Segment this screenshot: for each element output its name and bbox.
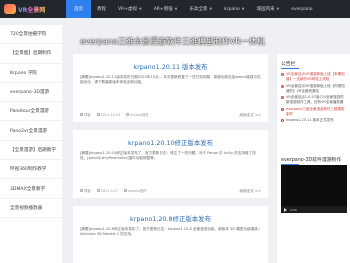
post-title-link[interactable]: krpano1.20.11 版本发布 <box>73 54 268 71</box>
sidebar-item-720[interactable]: 720全景拍摄学院 <box>0 25 62 45</box>
news-item[interactable]: krpano1.20.11 版本正式发布 <box>281 118 347 123</box>
tag-icon <box>124 189 128 192</box>
post-card: krpano1.20.10修正版本发布 [摘要]krpano1.20.10修正版… <box>73 130 268 198</box>
sidebar-item-krpano[interactable]: Krpano 学院 <box>0 64 62 83</box>
news-item[interactable]: VR全景站点1.0.57版720全景漫游的新漫游制作工具，还有VR全景播放器 <box>281 95 347 105</box>
post-card: krpano1.20.11 版本发布 [摘要]krpano1.20.11版本发布… <box>73 54 268 122</box>
post-meta-item: krpano插件 <box>126 112 149 117</box>
bullet-icon <box>281 107 284 111</box>
post-title-link[interactable]: krpano1.20.10修正版本发布 <box>73 130 268 147</box>
clock-icon <box>96 189 100 192</box>
sidebar-item-360[interactable]: 环视360制作教学 <box>0 160 62 180</box>
bullet-icon <box>281 73 284 76</box>
sidebar-item-tour-teaching[interactable]: 【全景漫游】后期教学 <box>0 141 62 161</box>
nav-item-ar[interactable]: AR+增强 ▼ <box>148 0 184 18</box>
news-item[interactable]: everpano三维全景漫游软件三维模型制作 <box>281 107 347 117</box>
sidebar: 720全景拍摄学院 【全景图】后期制作 Krpano 学院 everpano-3… <box>0 25 62 263</box>
play-icon[interactable] <box>284 207 287 212</box>
chevron-down-icon: ▼ <box>174 7 178 11</box>
post-tag[interactable]: krpano插件 <box>130 112 149 117</box>
post-card: krpano1.20.8修正版本发布 [摘要]krpano1.20.8修正版本发… <box>73 206 268 263</box>
bullet-icon <box>281 84 284 88</box>
post-date: 2021.9.27 <box>100 188 119 193</box>
post-meta-item: 博客 <box>80 112 91 117</box>
sidebar-item-pano2vr[interactable]: Pano2vr全景漫游 <box>0 121 62 141</box>
news-item[interactable]: VR全景站点VR漫游新版上线【你想知道的】VR全景资源站 <box>281 84 347 94</box>
nav-item-krpano[interactable]: krpano ▼ <box>218 0 250 18</box>
post-meta: 博客 2021.9.27 krpano插件 <box>80 188 261 193</box>
folder-icon <box>80 189 83 192</box>
nav-label: krpano <box>224 6 240 12</box>
widget-title: 公告栏 <box>281 62 296 67</box>
post-meta-item: 2021.10.23 <box>96 112 121 117</box>
post-category[interactable]: 博客 <box>84 112 91 117</box>
nav-label: 首页 <box>74 7 83 12</box>
sidebar-item-3dmax[interactable]: 3DMAX全景教学 <box>0 179 62 199</box>
post-excerpt: [摘要]krpano1.20.10修正版本发布了，官方更新日志：修正了一些问题，… <box>80 151 256 161</box>
post-meta: 博客 2021.10.23 krpano插件 <box>80 112 261 117</box>
video-time: 0:00 <box>290 207 297 212</box>
post-meta-item: krpano插件 <box>124 188 147 193</box>
news-link[interactable]: VR全景站点VR漫游新版上线【本期知道】一支新的VR网站上线啦 <box>286 72 347 82</box>
video-player[interactable]: 0:00 <box>281 165 347 213</box>
logo-text: VR全景网 <box>18 6 46 14</box>
read-more-link[interactable]: 阅读全文 >> <box>239 113 261 118</box>
notice-widget: 公告栏 VR全景站点VR漫游新版上线【本期知道】一支新的VR网站上线啦 VR全景… <box>277 54 350 152</box>
post-category[interactable]: 博客 <box>84 188 91 193</box>
site-logo[interactable]: VR全景网 <box>0 0 62 18</box>
nav-label: AR+增强 <box>153 7 173 12</box>
news-link[interactable]: VR全景站点VR漫游新版上线【你想知道的】VR全景资源站 <box>286 84 347 94</box>
post-meta-item: 博客 <box>80 188 91 193</box>
chevron-down-icon: ▼ <box>241 7 245 11</box>
nav-item-lego[interactable]: 乐高全景 ▼ <box>183 0 218 18</box>
post-meta-item: 2021.9.27 <box>96 188 119 193</box>
chevron-down-icon: ▼ <box>209 7 213 11</box>
news-link[interactable]: VR全景站点1.0.57版720全景漫游的新漫游制作工具，还有VR全景播放器 <box>286 95 347 105</box>
nav-label: 教程 <box>97 7 106 12</box>
sidebar-item-postprocess[interactable]: 【全景图】后期制作 <box>0 44 62 64</box>
logo-icon <box>4 4 16 14</box>
news-link[interactable]: everpano三维全景漫游软件三维模型制作 <box>286 107 347 117</box>
bullet-icon <box>281 119 284 122</box>
folder-icon <box>80 113 83 116</box>
widget-title: everpano-3D软件漫游制作 <box>281 158 342 163</box>
widget-underline <box>281 68 299 69</box>
nav-item-vr[interactable]: VR+虚拟 ▼ <box>112 0 148 18</box>
sidebar-item-panotour[interactable]: Panotour全景漫游 <box>0 102 62 122</box>
sidebar-item-video-player[interactable]: 全景视频播放器 <box>0 199 62 218</box>
post-excerpt: [摘要]krpano1.20.8修正版本发布了，官方更新日志：krpano1.2… <box>80 227 261 237</box>
nav-label: everpano <box>291 6 313 12</box>
chevron-down-icon: ▼ <box>138 7 142 11</box>
nav-label: 城固风采 <box>256 7 275 12</box>
nav-item-home[interactable]: 首页 <box>66 0 91 18</box>
news-list: VR全景站点VR漫游新版上线【本期知道】一支新的VR网站上线啦 VR全景站点VR… <box>281 72 347 125</box>
news-item[interactable]: VR全景站点VR漫游新版上线【本期知道】一支新的VR网站上线啦 <box>281 72 347 82</box>
post-title-link[interactable]: krpano1.20.8修正版本发布 <box>73 206 268 223</box>
nav-item-everpano[interactable]: everpano <box>285 0 318 18</box>
clock-icon <box>96 113 100 116</box>
top-navbar: VR全景网 首页 教程 VR+虚拟 ▼ AR+增强 ▼ 乐高全景 ▼ krpano ▼ … <box>0 0 350 18</box>
nav-item-tutorial[interactable]: 教程 <box>91 0 112 18</box>
nav-label: VR+虚拟 <box>118 7 137 12</box>
chevron-down-icon: ▼ <box>276 7 280 11</box>
nav-item-city[interactable]: 城固风采 ▼ <box>250 0 285 18</box>
post-excerpt: [摘要]krpano1.20.11版本发布日期2022年10月... 本次更新修… <box>80 75 261 85</box>
sidebar-item-everpano[interactable]: everpano-3D漫游 <box>0 83 62 103</box>
tag-icon <box>126 113 130 116</box>
page-title: everpano三维全景漫游软件三维模型制作VR一体机 <box>80 37 265 46</box>
video-controls: 0:00 <box>281 206 347 213</box>
read-more-link[interactable]: 阅读全文 >> <box>239 189 261 194</box>
post-tag[interactable]: krpano插件 <box>128 188 147 193</box>
nav-label: 乐高全景 <box>189 7 208 12</box>
post-date: 2021.10.23 <box>100 112 121 117</box>
bullet-icon <box>281 96 284 99</box>
news-link[interactable]: krpano1.20.11 版本正式发布 <box>286 118 334 123</box>
